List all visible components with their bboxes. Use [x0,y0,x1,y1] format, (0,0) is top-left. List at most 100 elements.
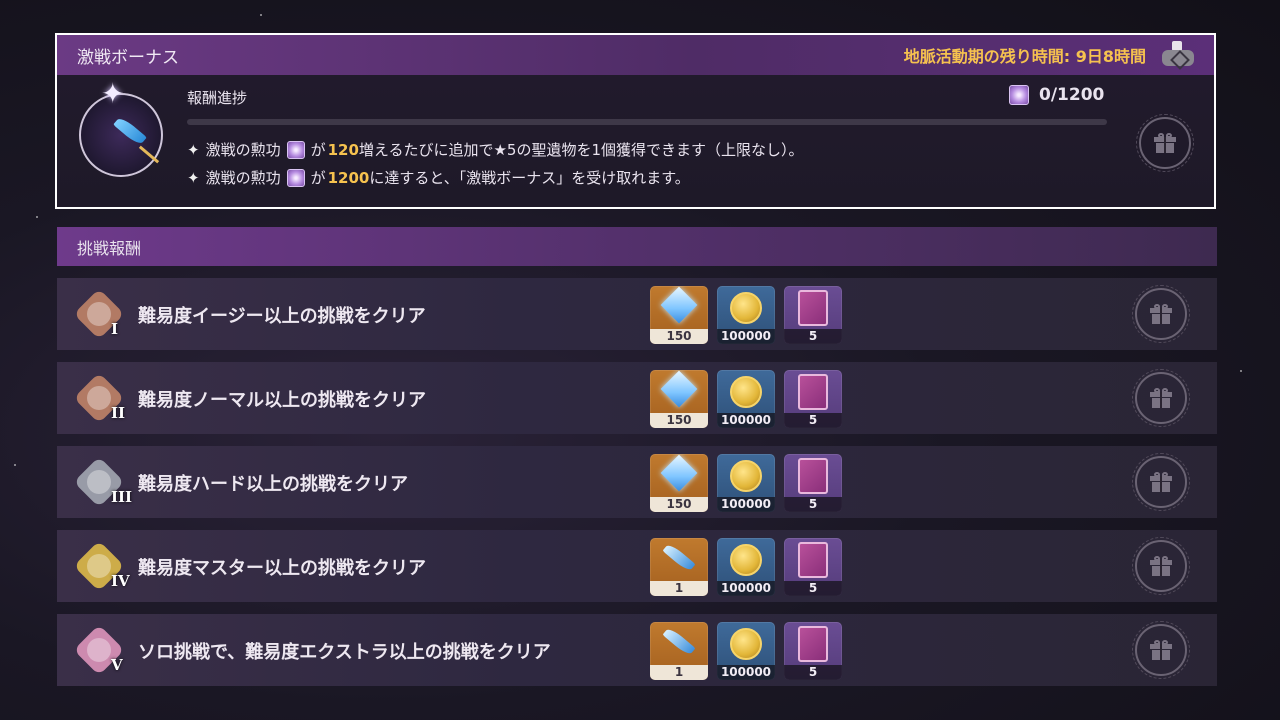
gift-icon [1150,304,1172,324]
claim-reward-button[interactable] [1132,453,1190,511]
challenge-label: 難易度イージー以上の挑戦をクリア [138,306,426,327]
background-star [36,216,38,218]
reward-items: 1 100000 5 [650,622,842,680]
bonus-body: ✦ 報酬進捗 0/1200 ✦ 激戦の勲功 が 120 増えるたびに追加で★5の… [57,75,1214,207]
rank-numeral: V [111,656,123,674]
gift-icon [1150,640,1172,660]
reward-row: II 難易度ノーマル以上の挑戦をクリア 150 100000 5 [57,362,1217,434]
rank-numeral: III [111,488,133,506]
reward-item[interactable]: 1 [650,538,708,596]
reward-item[interactable]: 5 [784,538,842,596]
challenge-label: 難易度マスター以上の挑戦をクリア [138,558,426,579]
reward-item[interactable]: 5 [784,454,842,512]
reward-row: III 難易度ハード以上の挑戦をクリア 150 100000 5 [57,446,1217,518]
reward-items: 150 100000 5 [650,286,842,344]
challenge-rewards-header: 挑戦報酬 [57,227,1217,266]
reward-items: 150 100000 5 [650,370,842,428]
challenge-label: 難易度ハード以上の挑戦をクリア [138,474,408,495]
merit-icon [286,168,305,187]
rule-text: に達すると、「激戦ボーナス」を受け取れます。 [369,169,690,187]
reward-row: IV 難易度マスター以上の挑戦をクリア 1 100000 5 [57,530,1217,602]
book-icon [798,626,828,662]
mora-icon [730,628,762,660]
sparkle-icon: ✦ [187,140,200,159]
claim-reward-button[interactable] [1132,285,1190,343]
progress-count: 0/1200 [1009,85,1104,105]
progress-bar [187,119,1107,125]
reward-item[interactable]: 1 [650,622,708,680]
gift-icon [1150,472,1172,492]
mora-icon [730,292,762,324]
reward-item[interactable]: 150 [650,286,708,344]
progress-label: 報酬進捗 [187,89,248,107]
reward-row: V ソロ挑戦で、難易度エクストラ以上の挑戦をクリア 1 100000 5 [57,614,1217,686]
sparkle-icon: ✦ [187,168,200,187]
reward-item[interactable]: 100000 [717,622,775,680]
mora-icon [730,544,762,576]
primogem-icon [660,454,698,492]
rank-numeral: IV [111,572,130,590]
item-count: 100000 [717,497,775,512]
rule-text: が [310,141,326,159]
rank-badge-icon: V [73,624,125,676]
reward-items: 1 100000 5 [650,538,842,596]
claim-reward-button[interactable] [1132,369,1190,427]
book-icon [798,542,828,578]
item-count: 5 [784,329,842,344]
rule-text: 激戦の勲功 [205,169,281,187]
claim-bonus-button[interactable] [1136,114,1194,172]
reward-item[interactable]: 150 [650,454,708,512]
reward-item[interactable]: 5 [784,370,842,428]
bonus-timer: 地脈活動期の残り時間: 9日8時間 [903,41,1194,70]
timer-text: 地脈活動期の残り時間: 9日8時間 [903,47,1146,66]
background-star [1240,370,1242,372]
reward-item[interactable]: 100000 [717,454,775,512]
controller-icon[interactable] [1162,41,1194,70]
merit-icon [1009,85,1029,105]
rank-numeral: I [111,320,119,338]
challenge-label: ソロ挑戦で、難易度エクストラ以上の挑戦をクリア [138,642,551,663]
rule-number: 120 [327,140,359,159]
quill-icon [662,542,696,573]
mora-icon [730,376,762,408]
claim-reward-button[interactable] [1132,537,1190,595]
gift-icon [1150,388,1172,408]
item-count: 150 [650,329,708,344]
item-count: 100000 [717,329,775,344]
reward-item[interactable]: 150 [650,370,708,428]
item-count: 100000 [717,581,775,596]
item-count: 1 [650,665,708,680]
item-count: 5 [784,665,842,680]
claim-reward-button[interactable] [1132,621,1190,679]
progress-count-text: 0/1200 [1039,85,1105,105]
rule-text: 激戦の勲功 [205,141,281,159]
rule-text: が [310,169,326,187]
bonus-panel: 激戦ボーナス 地脈活動期の残り時間: 9日8時間 ✦ 報酬進捗 0/1200 ✦… [55,33,1216,209]
merit-icon [286,140,305,159]
bonus-header: 激戦ボーナス 地脈活動期の残り時間: 9日8時間 [57,35,1214,75]
sparkle-icon: ✦ [101,77,125,110]
rank-numeral: II [111,404,126,422]
gift-icon [1154,133,1176,153]
rank-badge-icon: III [73,456,132,508]
item-count: 5 [784,497,842,512]
reward-row: I 難易度イージー以上の挑戦をクリア 150 100000 5 [57,278,1217,350]
book-icon [798,290,828,326]
bonus-title: 激戦ボーナス [77,47,179,68]
rank-badge-icon: I [73,288,125,340]
item-count: 150 [650,497,708,512]
background-star [260,14,262,16]
reward-item[interactable]: 100000 [717,286,775,344]
reward-item[interactable]: 100000 [717,370,775,428]
primogem-icon [660,286,698,324]
rule-line-1: ✦ 激戦の勲功 が 120 増えるたびに追加で★5の聖遺物を1個獲得できます（上… [187,139,804,160]
section-title: 挑戦報酬 [77,238,142,258]
reward-item[interactable]: 100000 [717,538,775,596]
book-icon [798,374,828,410]
reward-item[interactable]: 5 [784,286,842,344]
reward-item[interactable]: 5 [784,622,842,680]
primogem-icon [660,370,698,408]
rule-number: 1200 [327,168,370,187]
background-star [14,464,16,466]
challenge-label: 難易度ノーマル以上の挑戦をクリア [138,390,426,411]
